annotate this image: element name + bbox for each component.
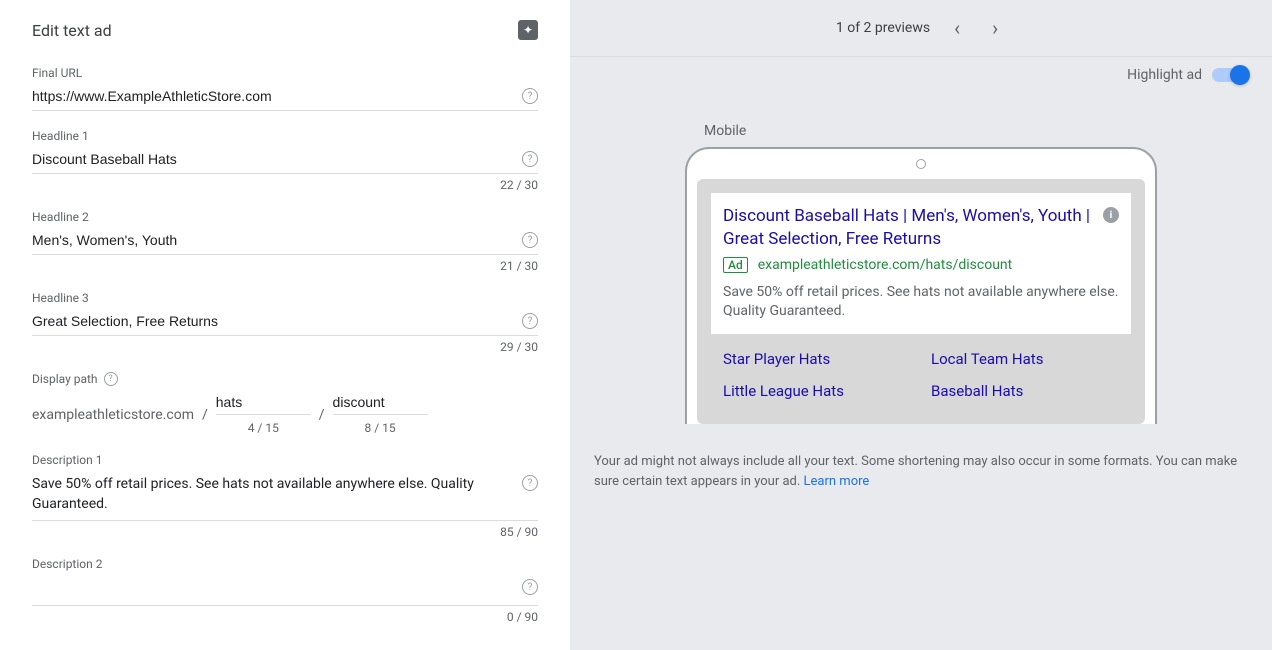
help-icon[interactable]: ?: [522, 313, 538, 329]
ad-description: Save 50% off retail prices. See hats not…: [723, 283, 1119, 322]
headline1-counter: 22 / 30: [32, 178, 538, 192]
preview-counter: 1 of 2 previews: [836, 20, 930, 36]
field-headline-2: Headline 2 ? 21 / 30: [32, 210, 538, 273]
description1-counter: 85 / 90: [32, 525, 538, 539]
path2-counter: 8 / 15: [333, 421, 428, 435]
field-description-2: Description 2 ? 0 / 90: [32, 557, 538, 624]
description2-counter: 0 / 90: [32, 610, 538, 624]
path1-counter: 4 / 15: [216, 421, 311, 435]
info-icon[interactable]: i: [1103, 207, 1119, 223]
description2-label: Description 2: [32, 557, 538, 571]
ad-badge: Ad: [723, 257, 748, 273]
sitelinks: Star Player Hats Local Team Hats Little …: [711, 334, 1131, 410]
disclaimer-text: Your ad might not always include all you…: [594, 454, 1237, 489]
path1-input[interactable]: [216, 394, 311, 415]
description1-label: Description 1: [32, 453, 538, 467]
highlight-row: Highlight ad: [594, 57, 1248, 93]
headline3-counter: 29 / 30: [32, 340, 538, 354]
ad-card: Discount Baseball Hats | Men's, Women's,…: [697, 179, 1145, 424]
headline3-input[interactable]: [32, 313, 512, 329]
preview-panel: 1 of 2 previews ‹ › Highlight ad Mobile …: [570, 0, 1272, 650]
phone-frame: Discount Baseball Hats | Men's, Women's,…: [685, 147, 1157, 424]
display-path-base: exampleathleticstore.com: [32, 407, 194, 423]
edit-panel: Edit text ad Final URL ? Headline 1 ? 22…: [0, 0, 570, 650]
headline2-input[interactable]: [32, 232, 512, 248]
headline1-label: Headline 1: [32, 129, 538, 143]
description2-input[interactable]: [32, 579, 512, 599]
path-slash: /: [319, 407, 325, 423]
ad-top: Discount Baseball Hats | Men's, Women's,…: [711, 193, 1131, 334]
sitelink[interactable]: Little League Hats: [723, 382, 911, 400]
phone-camera-icon: [916, 159, 926, 169]
disclaimer: Your ad might not always include all you…: [594, 452, 1248, 491]
preview-header: 1 of 2 previews ‹ ›: [570, 0, 1272, 57]
preview-area: Highlight ad Mobile Discount Baseball Ha…: [570, 57, 1272, 650]
learn-more-link[interactable]: Learn more: [804, 474, 870, 489]
description1-input[interactable]: Save 50% off retail prices. See hats not…: [32, 475, 512, 514]
field-description-1: Description 1 Save 50% off retail prices…: [32, 453, 538, 539]
field-headline-1: Headline 1 ? 22 / 30: [32, 129, 538, 192]
field-headline-3: Headline 3 ? 29 / 30: [32, 291, 538, 354]
headline2-label: Headline 2: [32, 210, 538, 224]
help-icon[interactable]: ?: [522, 579, 538, 595]
toggle-knob: [1230, 65, 1250, 85]
sitelink[interactable]: Star Player Hats: [723, 350, 911, 368]
help-icon[interactable]: ?: [104, 372, 118, 386]
panel-title: Edit text ad: [32, 21, 112, 40]
panel-header: Edit text ad: [32, 20, 538, 40]
help-icon[interactable]: ?: [522, 151, 538, 167]
field-final-url: Final URL ?: [32, 66, 538, 111]
final-url-label: Final URL: [32, 66, 538, 80]
sitelink[interactable]: Baseball Hats: [931, 382, 1119, 400]
highlight-toggle[interactable]: [1212, 68, 1248, 82]
sitelink[interactable]: Local Team Hats: [931, 350, 1119, 368]
help-icon[interactable]: ?: [522, 232, 538, 248]
help-icon[interactable]: ?: [522, 88, 538, 104]
headline3-label: Headline 3: [32, 291, 538, 305]
headline2-counter: 21 / 30: [32, 259, 538, 273]
prev-arrow-icon[interactable]: ‹: [946, 12, 968, 44]
spark-icon[interactable]: [518, 20, 538, 40]
mobile-label: Mobile: [704, 123, 1248, 139]
display-path-label-text: Display path: [32, 372, 98, 386]
highlight-label: Highlight ad: [1127, 67, 1202, 83]
ad-headline: Discount Baseball Hats | Men's, Women's,…: [723, 205, 1097, 251]
path2-input[interactable]: [333, 394, 428, 415]
next-arrow-icon[interactable]: ›: [984, 12, 1006, 44]
final-url-input[interactable]: [32, 88, 512, 104]
headline1-input[interactable]: [32, 151, 512, 167]
display-path-label: Display path ?: [32, 372, 538, 386]
field-display-path: Display path ? exampleathleticstore.com …: [32, 372, 538, 435]
help-icon[interactable]: ?: [522, 475, 538, 491]
path-slash: /: [202, 407, 208, 423]
ad-url: exampleathleticstore.com/hats/discount: [758, 257, 1013, 273]
